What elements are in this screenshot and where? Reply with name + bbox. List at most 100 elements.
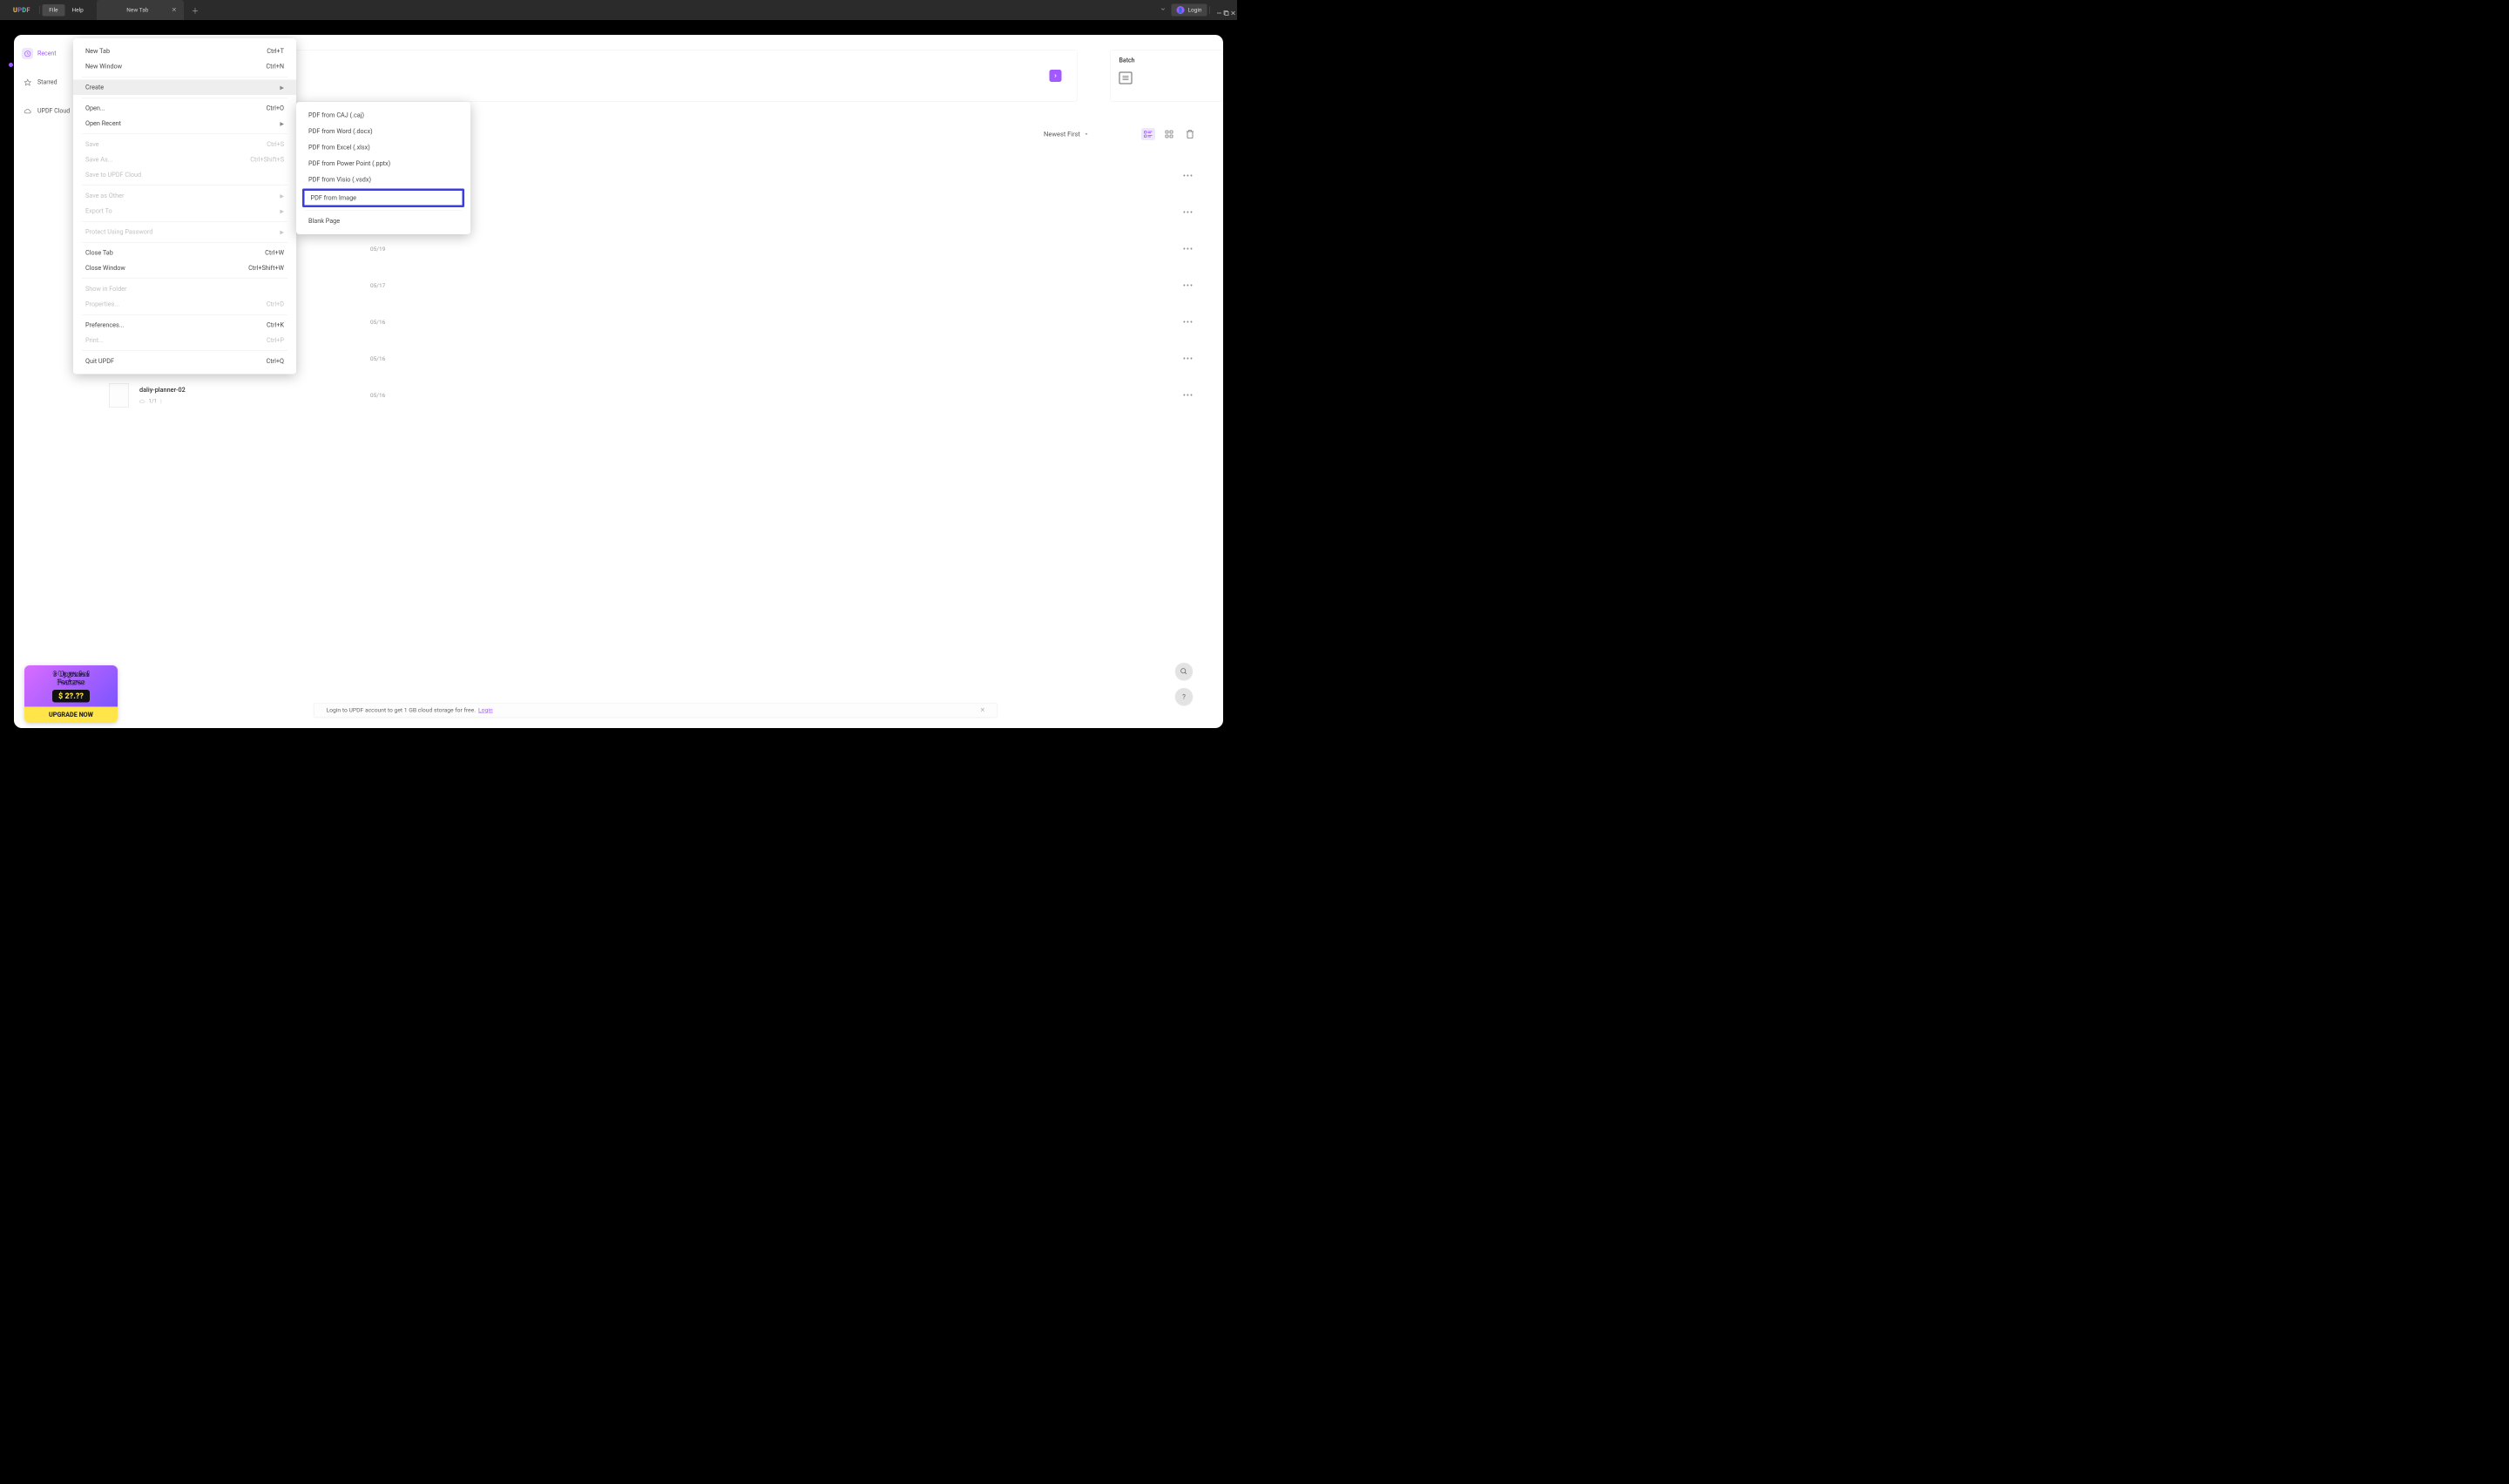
menu-item-label: Open... (85, 105, 105, 112)
file-date: 05/16 (370, 355, 466, 362)
menu-item-label: Save (85, 141, 99, 149)
chevron-down-icon[interactable] (1154, 6, 1171, 14)
menu-item-label: Export To (85, 207, 112, 215)
view-list-button[interactable] (1141, 128, 1155, 140)
menu-item-label: New Tab (85, 48, 110, 56)
menu-item-label: Print... (85, 337, 104, 345)
menu-item-label: Preferences... (85, 321, 124, 329)
upgrade-button[interactable]: UPGRADE NOW (24, 707, 118, 724)
file-more-button[interactable]: ••• (1183, 354, 1194, 364)
banner-login-link[interactable]: Login (478, 707, 493, 714)
upgrade-line2: Features (28, 678, 114, 687)
maximize-icon[interactable] (1220, 7, 1227, 14)
cloud-icon (22, 105, 33, 117)
menu-new-window[interactable]: New WindowCtrl+N (73, 59, 296, 75)
add-tab-button[interactable]: ＋ (184, 4, 207, 16)
menu-item-label: Protect Using Password (85, 228, 152, 236)
close-window-icon[interactable] (1227, 7, 1234, 14)
create-from-visio[interactable]: PDF from Visio (.vsdx) (296, 172, 470, 188)
file-more-button[interactable]: ••• (1183, 245, 1194, 254)
chevron-right-icon: ▶ (280, 229, 284, 235)
file-more-button[interactable]: ••• (1183, 281, 1194, 291)
file-date: 05/19 (370, 246, 466, 253)
menu-open-recent[interactable]: Open Recent ▶ (73, 116, 296, 132)
sort-label: Newest First (1044, 131, 1080, 138)
chevron-right-icon: ▶ (280, 192, 284, 199)
menu-save-as: Save As...Ctrl+Shift+S (73, 152, 296, 168)
chevron-right-icon: ▶ (280, 120, 284, 126)
help-fab[interactable]: ? (1175, 688, 1193, 705)
file-more-button[interactable]: ••• (1183, 391, 1194, 401)
create-from-ppt[interactable]: PDF from Power Point (.pptx) (296, 156, 470, 172)
menu-divider (82, 242, 287, 243)
menu-shortcut: Ctrl+Shift+S (250, 156, 284, 164)
menu-save-cloud: Save to UPDF Cloud (73, 167, 296, 183)
open-file-arrow-button[interactable] (1050, 70, 1062, 82)
file-date: 05/16 (370, 392, 466, 399)
divider (1210, 6, 1211, 14)
close-banner-icon[interactable]: ✕ (980, 707, 985, 714)
create-from-excel[interactable]: PDF from Excel (.xlsx) (296, 139, 470, 156)
menu-item-label: Close Window (85, 265, 125, 273)
menu-shortcut: Ctrl+W (265, 249, 284, 257)
menu-divider (82, 279, 287, 280)
batch-title: Batch (1119, 57, 1214, 64)
menu-divider (82, 134, 287, 135)
indicator-dot (9, 63, 13, 67)
menu-file[interactable]: File (42, 4, 64, 17)
file-more-button[interactable]: ••• (1183, 208, 1194, 218)
menu-shortcut: Ctrl+P (267, 337, 284, 345)
menu-divider (82, 314, 287, 315)
menu-help[interactable]: Help (64, 4, 90, 17)
menu-close-window[interactable]: Close Window Ctrl+Shift+W (73, 260, 296, 276)
menu-item-label: Create (85, 84, 104, 91)
file-menu: New TabCtrl+T New WindowCtrl+N Create▶ O… (73, 38, 296, 374)
close-tab-icon[interactable]: ✕ (172, 7, 177, 14)
menu-item-label: Quit UPDF (85, 358, 114, 366)
delete-button[interactable] (1183, 128, 1197, 140)
cloud-status-icon (139, 399, 145, 405)
minimize-icon[interactable] (1213, 7, 1220, 14)
menu-item-label: Save to UPDF Cloud (85, 172, 141, 179)
chevron-right-icon: ▶ (280, 208, 284, 214)
app-logo: UPDF (3, 6, 37, 14)
file-more-button[interactable]: ••• (1183, 172, 1194, 181)
menu-create[interactable]: Create▶ (73, 80, 296, 96)
create-blank-page[interactable]: Blank Page (296, 213, 470, 230)
menu-preferences[interactable]: Preferences...Ctrl+K (73, 318, 296, 334)
menu-quit[interactable]: Quit UPDF Ctrl+Q (73, 354, 296, 369)
menu-divider (82, 77, 287, 78)
file-date: 05/17 (370, 282, 466, 289)
create-from-image[interactable]: PDF from Image (302, 189, 464, 208)
file-meta: 1/1 | (139, 398, 370, 405)
menu-show-folder: Show in Folder (73, 281, 296, 297)
menu-divider (82, 351, 287, 352)
file-date: 05/16 (370, 319, 466, 326)
menu-new-tab[interactable]: New TabCtrl+T (73, 44, 296, 59)
sidebar-item-label: UPDF Cloud (37, 108, 70, 115)
menu-item-label: Open Recent (85, 120, 121, 128)
sort-dropdown[interactable]: Newest First (1044, 131, 1089, 138)
upgrade-promo[interactable]: 9 Upgraded Features $ 2?.?? UPGRADE NOW (24, 665, 118, 723)
menu-save-other: Save as Other▶ (73, 188, 296, 204)
menu-close-tab[interactable]: Close TabCtrl+W (73, 246, 296, 261)
create-from-word[interactable]: PDF from Word (.docx) (296, 124, 470, 140)
menu-shortcut: Ctrl+Shift+W (248, 265, 284, 273)
menu-open[interactable]: Open... Ctrl+O (73, 101, 296, 117)
search-fab[interactable] (1175, 663, 1193, 680)
login-button[interactable]: 👤 Login (1171, 4, 1207, 17)
tab-new[interactable]: New Tab ✕ (97, 0, 184, 20)
create-submenu: PDF from CAJ (.caj) PDF from Word (.docx… (296, 102, 470, 234)
upgrade-price: $ 2?.?? (52, 690, 90, 703)
file-row[interactable]: daliy-planner-02 1/1 | 05/16 ••• (105, 377, 1197, 414)
view-grid-button[interactable] (1162, 128, 1176, 140)
file-more-button[interactable]: ••• (1183, 318, 1194, 327)
batch-card[interactable]: Batch (1110, 50, 1223, 102)
create-from-caj[interactable]: PDF from CAJ (.caj) (296, 107, 470, 124)
banner-text: Login to UPDF account to get 1 GB cloud … (327, 707, 476, 714)
menu-shortcut: Ctrl+Q (267, 358, 284, 366)
menu-shortcut: Ctrl+O (267, 105, 284, 112)
login-banner: Login to UPDF account to get 1 GB cloud … (314, 703, 998, 718)
menu-divider (82, 221, 287, 222)
caret-down-icon (1084, 132, 1089, 137)
